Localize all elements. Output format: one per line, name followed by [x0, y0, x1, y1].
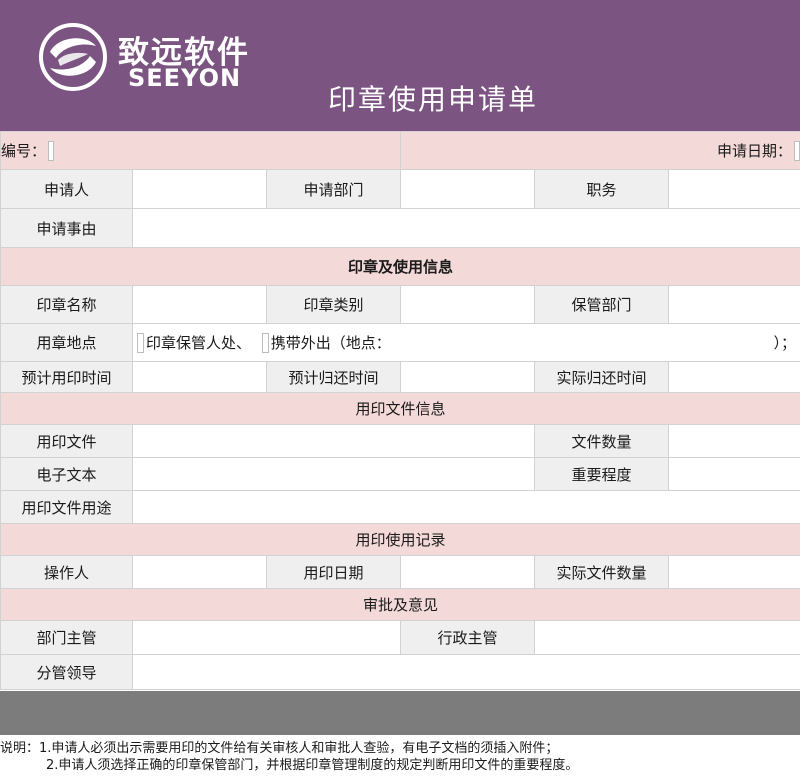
- doc-count-field[interactable]: [668, 424, 800, 458]
- leader-field[interactable]: [131, 654, 800, 690]
- seal-name-label: 印章名称: [0, 285, 133, 324]
- serial-row: 编号： 申请日期：: [0, 131, 800, 170]
- record-row: 操作人 用印日期 实际文件数量: [0, 555, 800, 589]
- document-row: 用印文件 文件数量: [0, 424, 800, 458]
- seal-section-title: 印章及使用信息: [0, 247, 800, 286]
- operator-field[interactable]: [132, 555, 267, 589]
- est-use-time-label: 预计用印时间: [0, 361, 133, 393]
- reason-row: 申请事由: [0, 208, 800, 248]
- admin-manager-label: 行政主管: [400, 620, 536, 655]
- document-section-header: 用印文件信息: [0, 392, 800, 425]
- outside-checkbox[interactable]: [261, 333, 269, 354]
- date-label: 申请日期：: [717, 141, 793, 160]
- seal-section-header: 印章及使用信息: [0, 247, 800, 286]
- reason-field[interactable]: [131, 208, 800, 248]
- actual-return-field[interactable]: [668, 361, 800, 393]
- notes: 说明：1.申请人必须出示需要用印的文件给有关审核人和审批人查验，有电子文档的须插…: [0, 740, 800, 774]
- date-input[interactable]: [794, 141, 800, 162]
- leader-label: 分管领导: [0, 654, 133, 690]
- time-row: 预计用印时间 预计归还时间 实际归还时间: [0, 361, 800, 393]
- est-return-field[interactable]: [400, 361, 536, 393]
- seal-type-field[interactable]: [400, 285, 536, 324]
- location-options: 印章保管人处、 携带外出（地点： ）；: [131, 323, 800, 362]
- electronic-field[interactable]: [131, 457, 536, 491]
- dept-manager-field[interactable]: [131, 620, 402, 655]
- doc-count-label: 文件数量: [534, 424, 670, 458]
- electronic-row: 电子文本 重要程度: [0, 457, 800, 491]
- location-close: ）；: [773, 333, 797, 352]
- keeper-option-label: 印章保管人处、: [146, 333, 252, 352]
- custody-dept-field[interactable]: [668, 285, 800, 324]
- purpose-label: 用印文件用途: [0, 490, 133, 524]
- seal-application-form: 编号： 申请日期： 申请人 申请部门 职务 申请事由 印章及使用信息 印章名称 …: [0, 131, 800, 690]
- reason-label: 申请事由: [0, 208, 133, 248]
- importance-label: 重要程度: [534, 457, 670, 491]
- dept-manager-label: 部门主管: [0, 620, 133, 655]
- admin-manager-field[interactable]: [534, 620, 800, 655]
- dept-label: 申请部门: [265, 169, 402, 209]
- est-return-label: 预计归还时间: [265, 361, 402, 393]
- form-title: 印章使用申请单: [327, 83, 538, 116]
- seal-row: 印章名称 印章类别 保管部门: [0, 285, 800, 324]
- actual-return-label: 实际归还时间: [534, 361, 670, 393]
- serial-input[interactable]: [48, 141, 55, 162]
- manager-row: 部门主管 行政主管: [0, 620, 800, 655]
- use-date-label: 用印日期: [265, 555, 402, 589]
- form-header: 致远软件 SEEYON 印章使用申请单: [0, 0, 800, 131]
- keeper-checkbox[interactable]: [137, 333, 144, 354]
- outside-option-label: 携带外出（地点：: [270, 333, 391, 352]
- doc-field[interactable]: [131, 424, 536, 458]
- custody-dept-label: 保管部门: [534, 285, 670, 324]
- footer-bar: [0, 691, 800, 735]
- position-field[interactable]: [668, 169, 800, 209]
- dept-field[interactable]: [400, 169, 536, 209]
- approval-section-title: 审批及意见: [0, 588, 800, 621]
- use-date-field[interactable]: [400, 555, 536, 589]
- operator-label: 操作人: [0, 555, 133, 589]
- electronic-label: 电子文本: [0, 457, 133, 491]
- applicant-field[interactable]: [132, 169, 267, 209]
- actual-count-label: 实际文件数量: [534, 555, 670, 589]
- importance-field[interactable]: [668, 457, 800, 491]
- location-label: 用章地点: [0, 323, 133, 362]
- approval-section-header: 审批及意见: [0, 588, 800, 621]
- date-cell: 申请日期：: [400, 131, 800, 170]
- location-row: 用章地点 印章保管人处、 携带外出（地点： ）；: [0, 323, 800, 362]
- position-label: 职务: [534, 169, 670, 209]
- purpose-field[interactable]: [131, 490, 800, 524]
- seal-name-field[interactable]: [132, 285, 267, 324]
- applicant-row: 申请人 申请部门 职务: [0, 169, 800, 209]
- est-use-time-field[interactable]: [132, 361, 267, 393]
- doc-label: 用印文件: [0, 424, 133, 458]
- seal-type-label: 印章类别: [265, 285, 402, 324]
- record-section-header: 用印使用记录: [0, 523, 800, 556]
- note-line-2: 2.申请人须选择正确的印章保管部门，并根据印章管理制度的规定判断用印文件的重要程…: [46, 758, 579, 773]
- applicant-label: 申请人: [0, 169, 133, 209]
- note-line-1: 说明：1.申请人必须出示需要用印的文件给有关审核人和审批人查验，有电子文档的须插…: [0, 741, 559, 756]
- record-section-title: 用印使用记录: [0, 523, 800, 556]
- serial-cell: 编号：: [0, 131, 402, 170]
- leader-row: 分管领导: [0, 654, 800, 690]
- document-section-title: 用印文件信息: [0, 392, 800, 425]
- purpose-row: 用印文件用途: [0, 490, 800, 524]
- serial-label: 编号：: [1, 141, 47, 160]
- actual-count-field[interactable]: [668, 555, 800, 589]
